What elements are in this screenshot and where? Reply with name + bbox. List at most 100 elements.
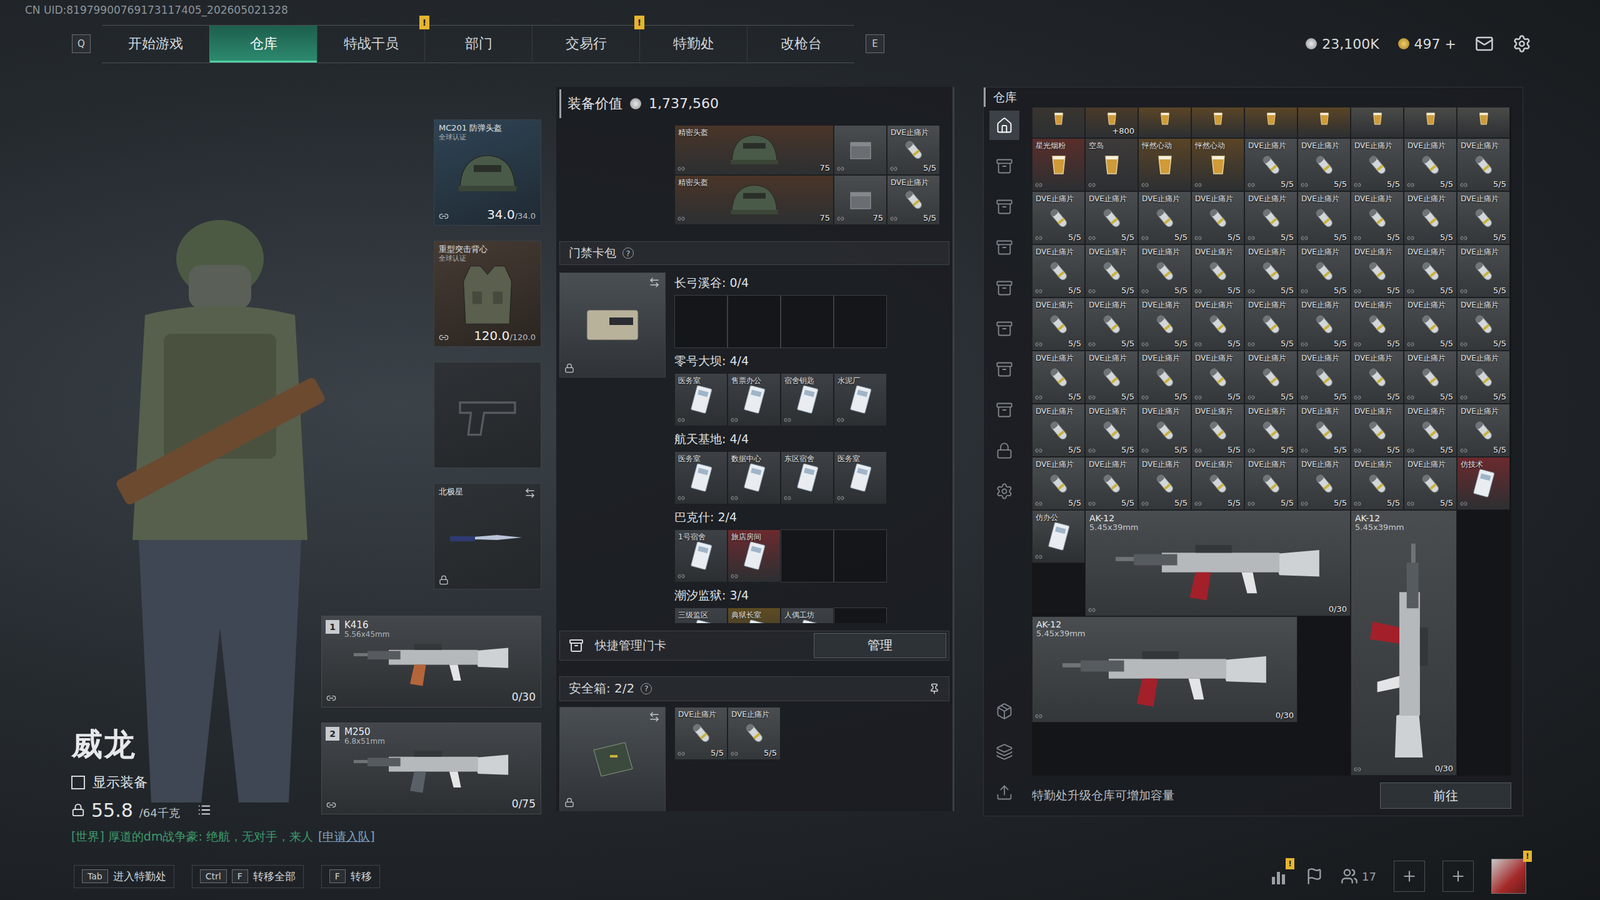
nav-tab[interactable]: 交易行	[531, 25, 640, 63]
join-link[interactable]: [申请入队]	[318, 829, 375, 844]
dve-item[interactable]: DVE止痛片5/5	[1244, 403, 1298, 457]
empty-slot[interactable]	[833, 529, 887, 583]
card-item[interactable]: 宿舍钥匙	[780, 373, 834, 427]
card-item[interactable]: 旅店房间	[727, 529, 781, 583]
armor-slot[interactable]: 重型突击背心全球认证120.0/120.0	[433, 240, 542, 347]
drink-item[interactable]: 怦然心动	[1191, 138, 1245, 192]
dve-item[interactable]: DVE止痛片5/5	[1191, 350, 1245, 404]
dve-item[interactable]: DVE止痛片5/5	[1244, 350, 1298, 404]
melee-slot[interactable]: 北极星	[433, 483, 542, 590]
card-item[interactable]: 医务室	[833, 451, 887, 505]
card-item[interactable]: 售票办公	[727, 373, 781, 427]
card-item[interactable]: 东区宿舍	[780, 451, 834, 505]
dve-item[interactable]: DVE止痛片5/5	[1297, 244, 1351, 298]
sidebar-item[interactable]	[989, 696, 1020, 726]
dve-item[interactable]: DVE止痛片5/5	[1244, 138, 1298, 192]
card-item[interactable]: 仿办公	[1031, 510, 1085, 564]
player-avatar[interactable]: !	[1491, 858, 1527, 894]
dve-item[interactable]: DVE止痛片5/5	[1085, 456, 1139, 510]
dve-item[interactable]: DVE止痛片5/5	[1456, 403, 1510, 457]
dve-item[interactable]: DVE止痛片5/5	[1191, 456, 1245, 510]
key-hint[interactable]: Tab进入特勤处	[73, 865, 175, 889]
dve-item[interactable]: DVE止痛片5/5	[1138, 403, 1192, 457]
dve-item[interactable]: DVE止痛片5/5	[1350, 456, 1404, 510]
dve-item[interactable]: DVE止痛片5/5	[1138, 456, 1192, 510]
checkbox[interactable]	[71, 775, 85, 790]
dve-item[interactable]: DVE止痛片5/5	[1403, 350, 1457, 404]
partial-item[interactable]	[1350, 106, 1404, 139]
sidebar-item[interactable]	[989, 232, 1020, 262]
partial-item[interactable]	[1403, 106, 1457, 139]
dve-item[interactable]: DVE止痛片5/5	[727, 706, 781, 760]
drink-item[interactable]: 星光烟粉	[1031, 138, 1085, 192]
nav-tab[interactable]: 开始游戏	[101, 25, 210, 63]
card-item[interactable]: 典狱长室	[727, 607, 781, 624]
dve-item[interactable]: DVE止痛片5/5	[1403, 244, 1457, 298]
dve-item[interactable]: DVE止痛片5/5	[1031, 456, 1085, 510]
dve-item[interactable]: DVE止痛片5/5	[1244, 297, 1298, 351]
dve-item[interactable]: DVE止痛片5/5	[1350, 191, 1404, 245]
friends-button[interactable]: 17	[1340, 867, 1377, 885]
dve-item[interactable]: DVE止痛片5/5	[1138, 191, 1192, 245]
dve-item[interactable]: DVE止痛片5/5	[1456, 138, 1510, 192]
safe-case[interactable]	[559, 706, 666, 812]
sidebar-item[interactable]	[989, 151, 1020, 181]
partial-item[interactable]	[1456, 106, 1510, 139]
weapon-slot[interactable]: 1K4165.56x45mm0/30	[321, 615, 542, 708]
swap-icon[interactable]	[648, 711, 660, 723]
list-icon[interactable]	[197, 803, 212, 817]
card-item[interactable]: 水泥厂	[833, 373, 887, 427]
dve-item[interactable]: DVE止痛片5/5	[1244, 191, 1298, 245]
drink-item[interactable]: 怦然心动	[1138, 138, 1192, 192]
dve-item[interactable]: DVE止痛片5/5	[1085, 191, 1139, 245]
dve-item[interactable]: DVE止痛片5/5	[1297, 403, 1351, 457]
dve-item[interactable]: DVE止痛片5/5	[1350, 350, 1404, 404]
sidebar-item[interactable]	[989, 736, 1020, 767]
manage-button[interactable]: 管理	[813, 633, 947, 659]
dve-item[interactable]: DVE止痛片5/5	[1456, 350, 1510, 404]
partial-item[interactable]	[1297, 106, 1351, 139]
partial-item[interactable]	[1244, 106, 1298, 139]
dve-item[interactable]: DVE止痛片5/5	[1297, 191, 1351, 245]
crate-item[interactable]	[833, 125, 887, 175]
nav-tab[interactable]: 改枪台	[746, 25, 855, 63]
card-item[interactable]: 数据中心	[727, 451, 781, 505]
keycard-case[interactable]	[559, 272, 666, 378]
sidebar-item[interactable]	[989, 191, 1020, 222]
weapon-item[interactable]: AK-125.45x39mm0/30	[1031, 616, 1298, 723]
dve-item[interactable]: DVE止痛片5/5	[1297, 138, 1351, 192]
stats-button[interactable]: !	[1269, 866, 1289, 886]
dve-item[interactable]: DVE止痛片5/5	[1085, 350, 1139, 404]
dve-item[interactable]: DVE止痛片5/5	[1244, 456, 1298, 510]
flag-button[interactable]	[1305, 867, 1324, 885]
sidebar-item[interactable]	[989, 395, 1020, 425]
go-button[interactable]: 前往	[1380, 782, 1512, 809]
sidebar-item[interactable]	[989, 313, 1020, 344]
dve-item[interactable]: DVE止痛片5/5	[1191, 403, 1245, 457]
card-item[interactable]: 仿技术	[1456, 456, 1510, 510]
nav-tab[interactable]: !特勤处	[639, 25, 747, 63]
dve-item[interactable]: DVE止痛片5/5	[1350, 403, 1404, 457]
empty-slot[interactable]	[727, 295, 781, 349]
card-item[interactable]: 三级监区	[674, 607, 728, 624]
dve-item[interactable]: DVE止痛片5/5	[1403, 191, 1457, 245]
sidebar-item[interactable]	[989, 777, 1020, 807]
sidebar-item[interactable]	[989, 110, 1020, 140]
helmet-slot[interactable]: MC201 防弹头盔全球认证34.0/34.0	[433, 119, 542, 226]
card-item[interactable]: 医务室	[674, 451, 728, 505]
next-tab-key[interactable]: E	[865, 34, 885, 54]
dve-item[interactable]: DVE止痛片5/5	[1403, 138, 1457, 192]
gold-currency[interactable]: 497 +	[1398, 36, 1457, 52]
key-hint[interactable]: CtrlF转移全部	[191, 865, 304, 889]
drink-item[interactable]: 空岛	[1085, 138, 1139, 192]
key-hint[interactable]: F转移	[321, 865, 380, 889]
dve-item[interactable]: DVE止痛片5/5	[1031, 297, 1085, 351]
partial-item[interactable]: +800	[1085, 106, 1139, 139]
dve-item[interactable]: DVE止痛片5/5	[1031, 244, 1085, 298]
swap-icon[interactable]	[648, 276, 660, 289]
card-item[interactable]: 1号宿舍	[674, 529, 728, 583]
helmet-item[interactable]: 精密头盔75	[674, 175, 834, 225]
dve-item[interactable]: DVE止痛片5/5	[1031, 350, 1085, 404]
card-item[interactable]: 医务室	[674, 373, 728, 427]
dve-item[interactable]: DVE止痛片5/5	[1031, 403, 1085, 457]
